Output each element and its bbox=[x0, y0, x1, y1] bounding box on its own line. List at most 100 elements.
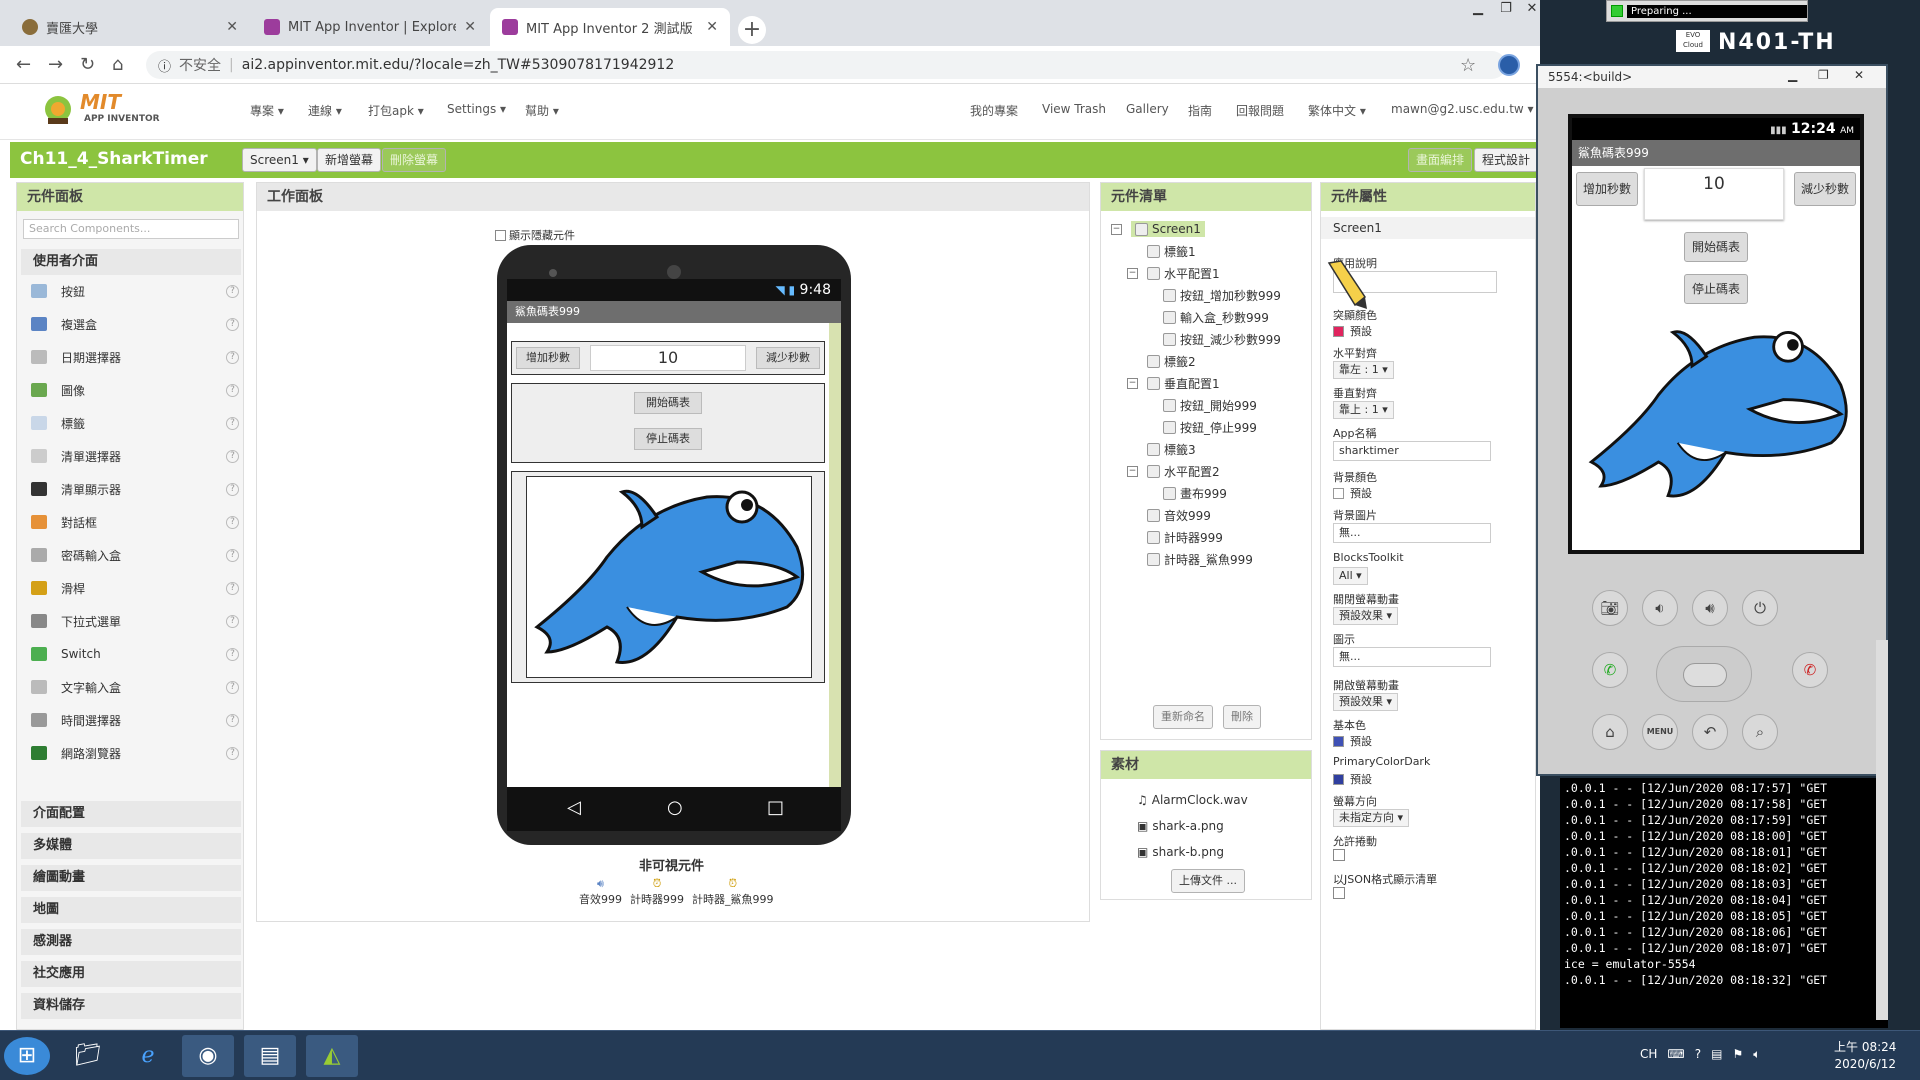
tree-node[interactable]: 計時器_鯊魚999 bbox=[1147, 551, 1253, 568]
primary-dark-color-picker[interactable]: 預設 bbox=[1333, 771, 1372, 787]
start-timer-button[interactable]: 開始碼表 bbox=[634, 392, 702, 414]
browser-tab-2[interactable]: MIT App Inventor | Explore MIT ✕ bbox=[252, 8, 488, 46]
forward-icon[interactable]: → bbox=[48, 54, 63, 75]
component-search-input[interactable]: Search Components... bbox=[23, 219, 239, 239]
accent-color-picker[interactable]: 預設 bbox=[1333, 323, 1372, 339]
category-sensors[interactable]: 感測器 bbox=[21, 929, 241, 955]
palette-item[interactable]: 清單顯示器? bbox=[25, 473, 239, 505]
tree-toggle-icon[interactable]: − bbox=[1111, 224, 1122, 235]
mit-app-inventor-logo[interactable]: MIT APP INVENTOR bbox=[40, 90, 170, 130]
help-icon[interactable]: ? bbox=[226, 383, 239, 397]
close-icon[interactable]: ✕ bbox=[226, 19, 238, 35]
screen-select[interactable]: Screen1 ▾ bbox=[242, 148, 317, 172]
emulator-home-icon[interactable]: ⌂ bbox=[1592, 714, 1628, 750]
seconds-input[interactable]: 10 bbox=[590, 345, 746, 371]
align-horizontal-dropdown[interactable]: 靠左 : 1 ▾ bbox=[1333, 361, 1394, 379]
emulator-add-seconds-button[interactable]: 增加秒數 bbox=[1576, 172, 1638, 206]
vertical-arrangement-1[interactable]: 開始碼表 停止碼表 bbox=[511, 383, 825, 463]
chrome-icon[interactable]: ◉ bbox=[182, 1035, 234, 1077]
category-storage[interactable]: 資料儲存 bbox=[21, 993, 241, 1019]
emulator-volume-up-icon[interactable]: 🔊︎ bbox=[1692, 590, 1728, 626]
console-scrollbar[interactable] bbox=[1876, 640, 1888, 1020]
tree-toggle-icon[interactable]: − bbox=[1127, 268, 1138, 279]
help-icon[interactable]: ? bbox=[226, 350, 239, 364]
palette-item[interactable]: 下拉式選單? bbox=[25, 605, 239, 637]
close-icon[interactable]: ✕ bbox=[464, 19, 476, 35]
category-social[interactable]: 社交應用 bbox=[21, 961, 241, 987]
tree-node[interactable]: 垂直配置1 bbox=[1147, 375, 1220, 392]
tree-node[interactable]: 按鈕_開始999 bbox=[1163, 397, 1257, 414]
tree-toggle-icon[interactable]: − bbox=[1127, 466, 1138, 477]
help-icon[interactable]: ? bbox=[226, 317, 239, 331]
emulator-menu-button[interactable]: MENU bbox=[1642, 714, 1678, 750]
emulator-search-icon[interactable]: ⌕ bbox=[1742, 714, 1778, 750]
menu-project[interactable]: 專案 ▾ bbox=[250, 102, 284, 119]
window-close-icon[interactable]: ✕ bbox=[1524, 0, 1540, 20]
nonvisible-timer[interactable]: ⏰︎ 計時器999 bbox=[630, 877, 684, 907]
category-user-interface[interactable]: 使用者介面 bbox=[21, 249, 241, 275]
link-guide[interactable]: 指南 bbox=[1188, 102, 1212, 119]
palette-item[interactable]: Switch? bbox=[25, 638, 239, 670]
help-icon[interactable]: ? bbox=[226, 746, 239, 760]
tree-node[interactable]: 按鈕_減少秒數999 bbox=[1163, 331, 1281, 348]
link-my-projects[interactable]: 我的專案 bbox=[970, 102, 1018, 119]
horizontal-arrangement-1[interactable]: 增加秒數 10 減少秒數 bbox=[511, 341, 825, 375]
file-explorer-icon[interactable]: 📁︎ bbox=[62, 1035, 114, 1077]
help-icon[interactable]: ? bbox=[226, 581, 239, 595]
add-screen-button[interactable]: 新增螢幕 bbox=[317, 148, 382, 172]
browser-tab-1[interactable]: 賣匯大學 ✕ bbox=[10, 8, 250, 46]
nav-recents-icon[interactable]: □ bbox=[767, 797, 784, 818]
language-indicator[interactable]: CH bbox=[1640, 1047, 1657, 1062]
nonvisible-sound[interactable]: 🔊︎ 音效999 bbox=[579, 877, 622, 907]
palette-item[interactable]: 日期選擇器? bbox=[25, 341, 239, 373]
help-icon[interactable]: ? bbox=[226, 647, 239, 661]
media-file[interactable]: ♫ AlarmClock.wav bbox=[1137, 793, 1248, 807]
system-clock[interactable]: 上午 08:24 2020/6/12 bbox=[1834, 1039, 1896, 1073]
designer-screen[interactable]: 鯊魚碼表999 增加秒數 10 減少秒數 開始碼表 停止碼表 bbox=[507, 301, 841, 787]
tree-node[interactable]: 按鈕_停止999 bbox=[1163, 419, 1257, 436]
minus-seconds-button[interactable]: 減少秒數 bbox=[756, 347, 820, 369]
palette-item[interactable]: 圖像? bbox=[25, 374, 239, 406]
stop-timer-button[interactable]: 停止碼表 bbox=[634, 428, 702, 450]
link-report-issue[interactable]: 回報問題 bbox=[1236, 102, 1284, 119]
nav-back-icon[interactable]: ◁ bbox=[567, 797, 581, 818]
palette-item[interactable]: 網路瀏覽器? bbox=[25, 737, 239, 769]
menu-connect[interactable]: 連線 ▾ bbox=[308, 102, 342, 119]
reload-icon[interactable]: ↻ bbox=[80, 54, 95, 75]
help-icon[interactable]: ? bbox=[226, 449, 239, 463]
app-window-icon[interactable]: ▤ bbox=[244, 1035, 296, 1077]
emulator-back-icon[interactable]: ↶ bbox=[1692, 714, 1728, 750]
palette-item[interactable]: 文字輸入盒? bbox=[25, 671, 239, 703]
tree-node[interactable]: 音效999 bbox=[1147, 507, 1211, 524]
profile-avatar[interactable] bbox=[1498, 54, 1520, 76]
category-maps[interactable]: 地圖 bbox=[21, 897, 241, 923]
emulator-dpad[interactable] bbox=[1656, 646, 1752, 702]
icon-input[interactable]: 無... bbox=[1333, 647, 1491, 667]
back-icon[interactable]: ← bbox=[16, 54, 31, 75]
nav-home-icon[interactable]: ○ bbox=[667, 797, 683, 818]
show-hidden-checkbox[interactable]: 顯示隱藏元件 bbox=[495, 227, 575, 243]
emulator-call-icon[interactable]: ✆ bbox=[1592, 652, 1628, 688]
android-icon[interactable]: ◭ bbox=[306, 1035, 358, 1077]
internet-explorer-icon[interactable]: ℯ bbox=[122, 1035, 174, 1077]
info-icon[interactable]: ⓘ bbox=[158, 56, 171, 75]
help-icon[interactable]: ? bbox=[1695, 1047, 1701, 1062]
palette-item[interactable]: 清單選擇器? bbox=[25, 440, 239, 472]
add-seconds-button[interactable]: 增加秒數 bbox=[516, 347, 580, 369]
help-icon[interactable]: ? bbox=[226, 482, 239, 496]
home-icon[interactable]: ⌂ bbox=[112, 54, 123, 75]
help-icon[interactable]: ? bbox=[226, 515, 239, 529]
tree-node[interactable]: 標籤3 bbox=[1147, 441, 1196, 458]
bookmark-star-icon[interactable]: ☆ bbox=[1460, 55, 1476, 76]
background-image-input[interactable]: 無... bbox=[1333, 523, 1491, 543]
tree-node[interactable]: 輸入盒_秒數999 bbox=[1163, 309, 1269, 326]
emulator-power-icon[interactable]: ⏻ bbox=[1742, 590, 1778, 626]
browser-tab-3[interactable]: MIT App Inventor 2 測試版 ✕ bbox=[490, 8, 730, 46]
close-animation-dropdown[interactable]: 預設效果 ▾ bbox=[1333, 607, 1399, 625]
align-vertical-dropdown[interactable]: 靠上 : 1 ▾ bbox=[1333, 401, 1394, 419]
media-file[interactable]: ▣ shark-b.png bbox=[1137, 845, 1224, 859]
open-animation-dropdown[interactable]: 預設效果 ▾ bbox=[1333, 693, 1399, 711]
tree-node[interactable]: 水平配置2 bbox=[1147, 463, 1220, 480]
emulator-minimize-icon[interactable]: ▁ bbox=[1788, 68, 1797, 82]
help-icon[interactable]: ? bbox=[226, 284, 239, 298]
